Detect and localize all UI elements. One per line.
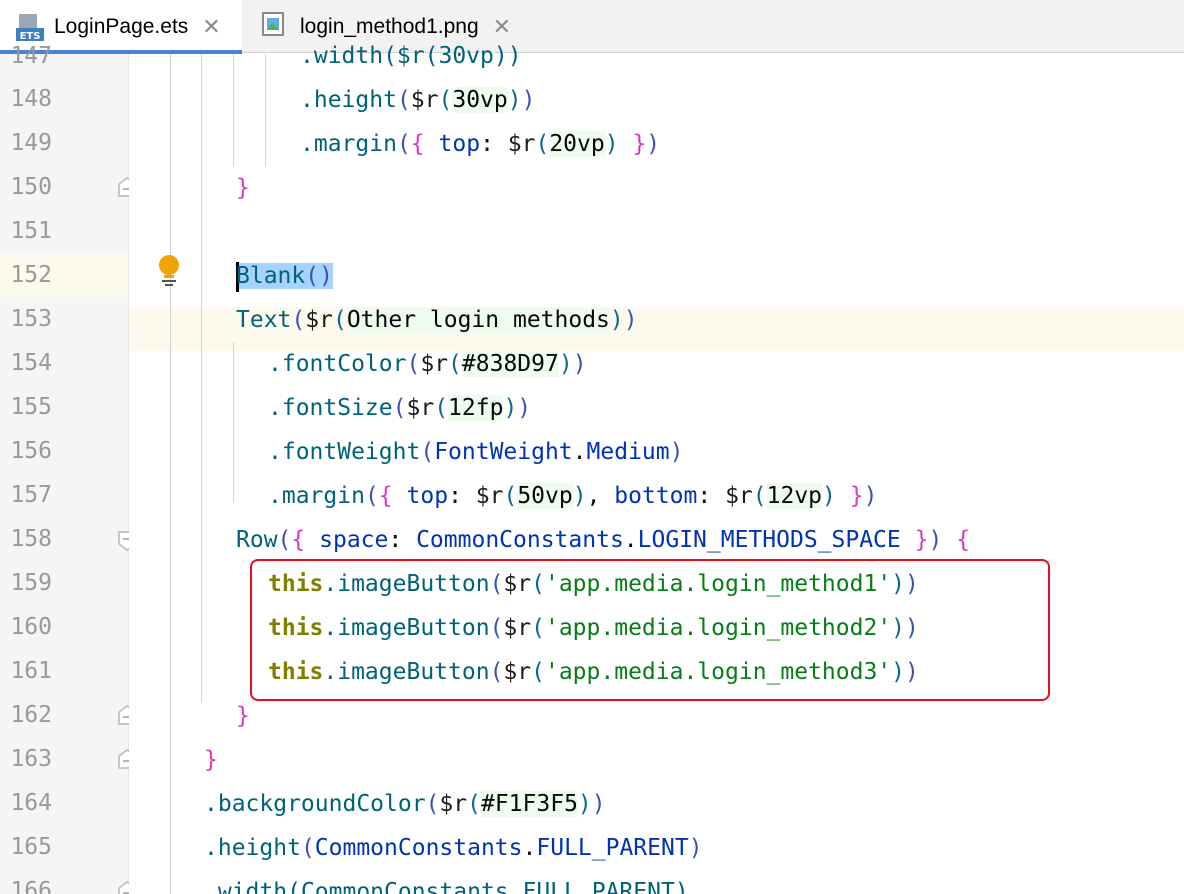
code-line-158: Row({ space: CommonConstants.LOGIN_METHO…: [236, 527, 971, 553]
line-number: 162: [10, 702, 52, 728]
code-line-163: }: [204, 747, 218, 773]
line-number: 150: [10, 174, 52, 200]
line-number: 152: [10, 262, 52, 288]
close-icon[interactable]: ✕: [202, 14, 220, 40]
editor-tab-bar: ETS LoginPage.ets ✕ login_method1.png ✕: [0, 0, 1184, 54]
code-line-154: .fontColor($r(#838D97)): [268, 351, 587, 377]
line-number: 160: [10, 614, 52, 640]
selected-text: Blank(): [236, 261, 333, 292]
line-number: 163: [10, 746, 52, 772]
code-line-152[interactable]: Blank(): [236, 254, 333, 298]
image-file-icon: [262, 11, 290, 42]
code-line-156: .fontWeight(FontWeight.Medium): [268, 439, 684, 465]
line-number: 153: [10, 306, 52, 332]
code-line-147: .width($r(30vp)): [300, 34, 522, 78]
line-number: 158: [10, 526, 52, 552]
code-text: .width(CommonConstants.FULL_PARENT): [204, 879, 689, 894]
line-number: 147: [10, 43, 52, 69]
code-line-164: .backgroundColor($r(#F1F3F5)): [204, 791, 606, 817]
line-number: 166: [10, 878, 52, 894]
indent-guide: [233, 54, 234, 166]
line-number: 155: [10, 394, 52, 420]
code-line-149: .margin({ top: $r(20vp) }): [300, 131, 661, 157]
line-number: 148: [10, 86, 52, 112]
line-number: 154: [10, 350, 52, 376]
indent-guide: [201, 54, 202, 702]
lightbulb-icon[interactable]: [156, 254, 182, 286]
code-line-157: .margin({ top: $r(50vp), bottom: $r(12vp…: [268, 483, 878, 509]
line-number: 161: [10, 658, 52, 684]
line-number: 151: [10, 218, 52, 244]
line-number: 159: [10, 570, 52, 596]
line-number: 164: [10, 790, 52, 816]
indent-guide: [233, 342, 234, 502]
line-number: 165: [10, 834, 52, 860]
code-text: .width($r(30vp)): [300, 43, 522, 69]
indent-guide: [170, 54, 171, 894]
line-number: 149: [10, 130, 52, 156]
code-line-165: .height(CommonConstants.FULL_PARENT): [204, 835, 703, 861]
line-number: 156: [10, 438, 52, 464]
code-editor[interactable]: .width($r(30vp)) .height($r(30vp)) .marg…: [129, 43, 1184, 894]
code-line-148: .height($r(30vp)): [300, 87, 536, 113]
code-line-155: .fontSize($r(12fp)): [268, 395, 532, 421]
code-line-153: Text($r(Other login methods)): [236, 307, 638, 333]
highlight-annotation-box: [250, 559, 1050, 701]
code-line-166: .width(CommonConstants.FULL_PARENT): [204, 870, 689, 894]
code-line-162: }: [236, 703, 250, 729]
code-line-150: }: [236, 175, 250, 201]
indent-guide: [265, 54, 266, 166]
line-number: 157: [10, 482, 52, 508]
tab-label: LoginPage.ets: [54, 14, 189, 38]
